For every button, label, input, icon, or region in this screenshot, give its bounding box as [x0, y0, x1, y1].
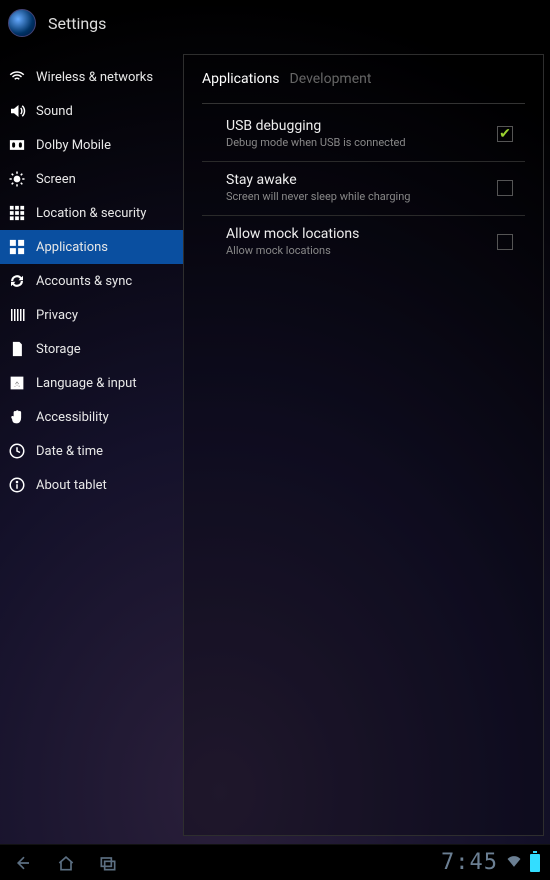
sidebar-item-accounts[interactable]: Accounts & sync	[0, 264, 183, 298]
sidebar-item-label: About tablet	[36, 478, 107, 493]
detail-panel: Applications Development USB debugging D…	[183, 54, 544, 836]
sidebar-item-accessibility[interactable]: Accessibility	[0, 400, 183, 434]
sidebar-item-location[interactable]: Location & security	[0, 196, 183, 230]
sidebar-item-label: Date & time	[36, 444, 103, 459]
wifi-status-icon	[506, 853, 522, 873]
nav-back-button[interactable]	[10, 852, 38, 874]
language-icon: A	[8, 374, 26, 392]
sync-icon	[8, 272, 26, 290]
hand-icon	[8, 408, 26, 426]
breadcrumb-root[interactable]: Applications	[202, 71, 280, 87]
page-title: Settings	[48, 14, 106, 33]
option-subtitle: Screen will never sleep while charging	[226, 190, 497, 203]
option-title: Allow mock locations	[226, 226, 497, 242]
sidebar-item-label: Storage	[36, 342, 81, 357]
info-icon	[8, 476, 26, 494]
options-list: USB debugging Debug mode when USB is con…	[202, 108, 525, 269]
privacy-icon	[8, 306, 26, 324]
option-mock-locations[interactable]: Allow mock locations Allow mock location…	[202, 216, 525, 269]
option-subtitle: Allow mock locations	[226, 244, 497, 257]
apps-icon	[8, 238, 26, 256]
window-header: Settings	[0, 0, 550, 46]
brightness-icon	[8, 170, 26, 188]
breadcrumb-leaf: Development	[290, 71, 372, 87]
dolby-icon	[8, 136, 26, 154]
sidebar-item-dolby[interactable]: Dolby Mobile	[0, 128, 183, 162]
sidebar-item-label: Accessibility	[36, 410, 109, 425]
checkbox-unchecked-icon[interactable]	[497, 180, 513, 196]
sound-icon	[8, 102, 26, 120]
checkbox-unchecked-icon[interactable]	[497, 234, 513, 250]
sidebar-item-datetime[interactable]: Date & time	[0, 434, 183, 468]
sidebar-item-wireless[interactable]: Wireless & networks	[0, 60, 183, 94]
breadcrumb: Applications Development	[202, 55, 525, 103]
option-subtitle: Debug mode when USB is connected	[226, 136, 497, 149]
option-usb-debugging[interactable]: USB debugging Debug mode when USB is con…	[202, 108, 525, 162]
settings-app-icon	[8, 9, 36, 37]
option-title: USB debugging	[226, 118, 497, 134]
sidebar-item-language[interactable]: A Language & input	[0, 366, 183, 400]
clock-icon	[8, 442, 26, 460]
sidebar-item-label: Screen	[36, 172, 76, 187]
battery-status-icon	[530, 854, 540, 872]
sidebar-item-label: Sound	[36, 104, 73, 119]
svg-text:A: A	[14, 380, 21, 390]
sidebar-item-label: Dolby Mobile	[36, 138, 111, 153]
sidebar-item-storage[interactable]: Storage	[0, 332, 183, 366]
system-bar: 7:45	[0, 844, 550, 880]
grid-icon	[8, 204, 26, 222]
sidebar-item-label: Language & input	[36, 376, 137, 391]
sidebar-item-about[interactable]: About tablet	[0, 468, 183, 502]
checkbox-checked-icon[interactable]: ✔	[497, 126, 513, 142]
nav-home-button[interactable]	[52, 852, 80, 874]
sidebar-item-privacy[interactable]: Privacy	[0, 298, 183, 332]
sidebar-item-label: Privacy	[36, 308, 78, 323]
storage-icon	[8, 340, 26, 358]
settings-sidebar: Wireless & networks Sound Dolby Mobile S…	[0, 46, 183, 844]
divider	[202, 103, 525, 104]
status-clock: 7:45	[441, 850, 498, 875]
sidebar-item-sound[interactable]: Sound	[0, 94, 183, 128]
sidebar-item-label: Applications	[36, 240, 108, 255]
sidebar-item-screen[interactable]: Screen	[0, 162, 183, 196]
sidebar-item-label: Accounts & sync	[36, 274, 132, 289]
option-stay-awake[interactable]: Stay awake Screen will never sleep while…	[202, 162, 525, 216]
nav-recent-button[interactable]	[94, 852, 122, 874]
wifi-icon	[8, 68, 26, 86]
sidebar-item-applications[interactable]: Applications	[0, 230, 183, 264]
option-title: Stay awake	[226, 172, 497, 188]
sidebar-item-label: Wireless & networks	[36, 70, 153, 85]
sidebar-item-label: Location & security	[36, 206, 146, 221]
